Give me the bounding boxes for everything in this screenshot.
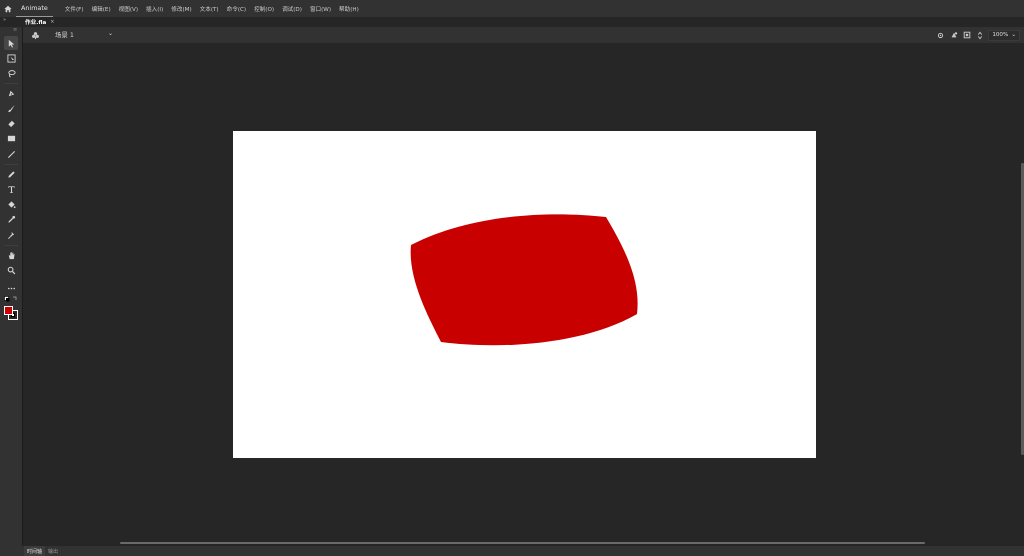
document-tab-row: » 作业.fla ×: [0, 17, 1024, 27]
arrow-icon: [8, 39, 14, 48]
tab-output[interactable]: 输出: [45, 546, 61, 556]
menu-item-10[interactable]: 帮助(H): [335, 5, 363, 13]
selection-tool[interactable]: [4, 36, 18, 50]
rectangle-tool[interactable]: [4, 131, 18, 145]
tool-divider: [4, 83, 18, 84]
pen-tool[interactable]: [4, 86, 18, 100]
paint-bucket-tool[interactable]: [4, 197, 18, 211]
pencil-icon: [7, 170, 15, 178]
menu-item-2[interactable]: 视图(V): [115, 5, 142, 13]
scene-bar: 场景 1 ⌄ 100% ⌄: [23, 27, 1024, 43]
menu-items: 文件(F) 编辑(E) 视图(V) 插入(I) 修改(M) 文本(T) 命令(C) 控制(O)…: [61, 5, 363, 13]
tools-panel: ≡: [0, 27, 23, 546]
pen-icon: [8, 90, 14, 96]
document-tab-label: 作业.fla: [25, 20, 47, 26]
pin-tool[interactable]: [4, 228, 18, 242]
magnifier-icon: [7, 266, 15, 274]
snap-icon[interactable]: [936, 31, 945, 40]
eraser-tool[interactable]: [4, 116, 18, 130]
stage-view-tools: 100% ⌄: [936, 27, 1024, 43]
menu-item-1[interactable]: 编辑(E): [88, 5, 115, 13]
brush-icon: [7, 104, 15, 112]
hand-icon: [8, 251, 15, 259]
pencil-tool[interactable]: [4, 167, 18, 181]
red-shape-canvas: [410, 214, 638, 346]
lasso-tool[interactable]: [4, 66, 18, 80]
home-button[interactable]: [0, 0, 16, 17]
transform-icon: [6, 53, 16, 63]
menu-item-5[interactable]: 文本(T): [196, 5, 223, 13]
menu-item-0[interactable]: 文件(F): [61, 5, 88, 13]
close-icon[interactable]: ×: [50, 19, 54, 25]
chevron-down-icon: ⌄: [1011, 32, 1016, 38]
zoom-select[interactable]: 100% ⌄: [988, 29, 1020, 41]
text-icon: [7, 185, 15, 193]
menu-item-8[interactable]: 调试(D): [278, 5, 306, 13]
panel-expand-icon[interactable]: »: [3, 17, 6, 23]
scene-label: 场景 1: [55, 31, 74, 39]
menu-item-9[interactable]: 窗口(W): [306, 5, 335, 13]
more-icon: [7, 287, 15, 289]
tool-divider: [4, 164, 18, 165]
line-icon: [7, 150, 15, 158]
rectangle-icon: [7, 135, 15, 141]
clip-stage-icon[interactable]: [962, 31, 971, 40]
brush-tool[interactable]: [4, 101, 18, 115]
red-distorted-rectangle[interactable]: [410, 214, 638, 346]
line-tool[interactable]: [4, 147, 18, 161]
menu-item-4[interactable]: 修改(M): [167, 5, 195, 13]
tool-divider: [4, 245, 18, 246]
eyedropper-tool[interactable]: [4, 212, 18, 226]
app-name-tab[interactable]: Animate: [16, 0, 53, 17]
color-effect-icon[interactable]: [949, 31, 958, 40]
swap-colors-icon[interactable]: [4, 296, 18, 303]
free-transform-tool[interactable]: [4, 51, 18, 65]
more-tools[interactable]: [4, 281, 18, 295]
pin-icon: [7, 231, 14, 239]
menu-item-7[interactable]: 控制(O): [250, 5, 278, 13]
menu-bar: Animate 文件(F) 编辑(E) 视图(V) 插入(I) 修改(M) 文本(T) 命令…: [0, 0, 1024, 17]
menu-item-6[interactable]: 命令(C): [223, 5, 250, 13]
zoom-stepper-icon[interactable]: [975, 31, 984, 40]
panel-menu-icon[interactable]: ≡: [13, 27, 17, 33]
tab-timeline[interactable]: 时间轴: [24, 546, 46, 556]
stage[interactable]: [233, 131, 816, 458]
scene-dropdown-icon[interactable]: ⌄: [108, 30, 113, 37]
eraser-icon: [7, 120, 15, 127]
text-tool[interactable]: [4, 182, 18, 196]
scene-icon[interactable]: [31, 31, 40, 40]
menu-item-3[interactable]: 插入(I): [142, 5, 167, 13]
horizontal-scroll-thumb[interactable]: [120, 542, 925, 544]
lasso-icon: [7, 69, 16, 78]
document-tab[interactable]: 作业.fla ×: [25, 17, 54, 27]
bottom-panel-tabs: 时间轴 输出: [0, 546, 1024, 556]
paint-bucket-icon: [7, 200, 16, 208]
zoom-tool[interactable]: [4, 263, 18, 277]
zoom-value: 100%: [992, 32, 1009, 38]
home-icon: [4, 5, 12, 12]
eyedropper-icon: [7, 215, 15, 223]
fill-color-swatch[interactable]: [4, 306, 13, 315]
hand-tool[interactable]: [4, 248, 18, 262]
